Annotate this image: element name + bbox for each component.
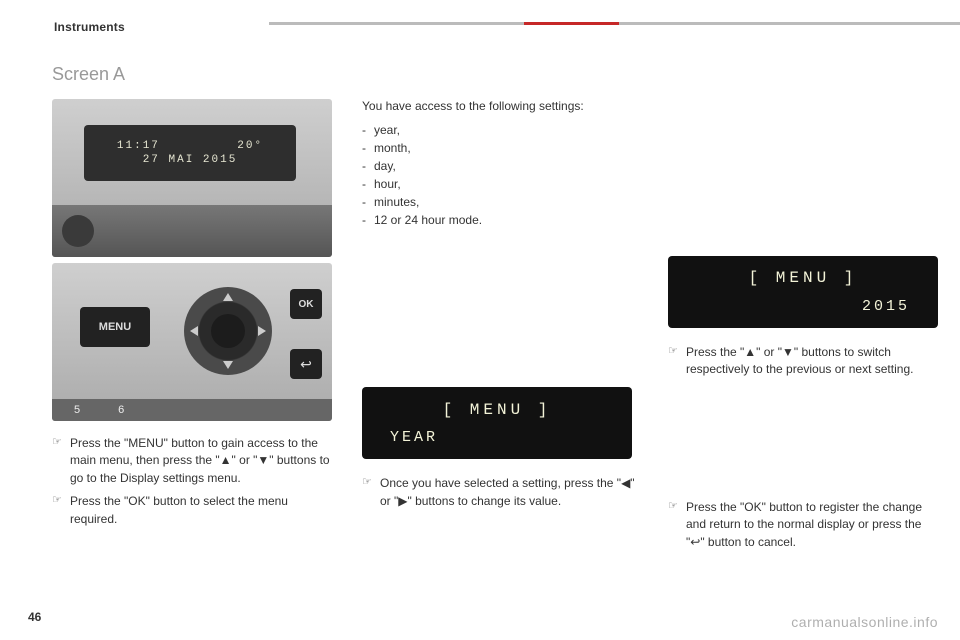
menu-lcd-2015-value: 2015: [674, 298, 932, 315]
top-bar: Instruments: [54, 18, 960, 36]
settings-intro: You have access to the following setting…: [362, 98, 642, 115]
preset-strip: 5 6: [52, 399, 332, 421]
setting-hour: hour,: [362, 175, 642, 193]
manual-page: Instruments Screen A 11:17 20° 27 MAI 20…: [0, 0, 960, 640]
preset-5[interactable]: 5: [74, 404, 80, 416]
preset-6[interactable]: 6: [118, 404, 124, 416]
instruction-change-value: Once you have selected a setting, press …: [362, 475, 642, 510]
instruction-register-cancel: Press the "OK" button to register the ch…: [668, 499, 928, 551]
settings-list: year, month, day, hour, minutes, 12 or 2…: [362, 121, 642, 229]
back-button[interactable]: ↩: [290, 349, 322, 379]
menu-button[interactable]: MENU: [80, 307, 150, 347]
setting-hour-mode: 12 or 24 hour mode.: [362, 211, 642, 229]
menu-lcd-2015: [ MENU ] 2015: [668, 256, 938, 328]
setting-month: month,: [362, 139, 642, 157]
setting-day: day,: [362, 157, 642, 175]
dpad-left-icon[interactable]: [190, 326, 198, 336]
menu-lcd-2015-top: [ MENU ]: [674, 269, 932, 287]
instruction-ok-select: Press the "OK" button to select the menu…: [52, 493, 332, 528]
menu-lcd-year: [ MENU ] YEAR: [362, 387, 632, 459]
watermark: carmanualsonline.info: [791, 614, 938, 630]
menu-lcd-year-top: [ MENU ]: [368, 401, 626, 419]
radio-panel: [52, 205, 332, 257]
column-3-lower: Press the "OK" button to register the ch…: [668, 499, 928, 551]
section-label: Instruments: [54, 20, 125, 34]
instruction-switch-setting: Press the "▲" or "▼" buttons to switch r…: [668, 344, 928, 379]
instruction-menu-access: Press the "MENU" button to gain access t…: [52, 435, 332, 487]
dpad-control[interactable]: [184, 287, 272, 375]
dpad-right-icon[interactable]: [258, 326, 266, 336]
dpad-down-icon[interactable]: [223, 361, 233, 369]
lcd-line-time-temp: 11:17 20°: [117, 140, 263, 152]
dashboard-lcd: 11:17 20° 27 MAI 2015: [84, 125, 296, 181]
dashboard-display-photo: 11:17 20° 27 MAI 2015: [52, 99, 332, 257]
page-number: 46: [28, 610, 41, 624]
menu-controls-photo: MENU OK ↩ 5 6: [52, 263, 332, 421]
column-2: You have access to the following setting…: [362, 98, 642, 516]
menu-lcd-year-value: YEAR: [368, 429, 626, 446]
lcd-line-date: 27 MAI 2015: [143, 154, 238, 166]
screen-heading: Screen A: [52, 64, 332, 85]
setting-minutes: minutes,: [362, 193, 642, 211]
column-3: [ MENU ] 2015 Press the "▲" or "▼" butto…: [668, 98, 928, 557]
header-rule-accent: [524, 22, 619, 25]
ok-button[interactable]: OK: [290, 289, 322, 319]
column-1: Screen A 11:17 20° 27 MAI 2015 MENU OK ↩…: [52, 64, 332, 534]
setting-year: year,: [362, 121, 642, 139]
dpad-up-icon[interactable]: [223, 293, 233, 301]
